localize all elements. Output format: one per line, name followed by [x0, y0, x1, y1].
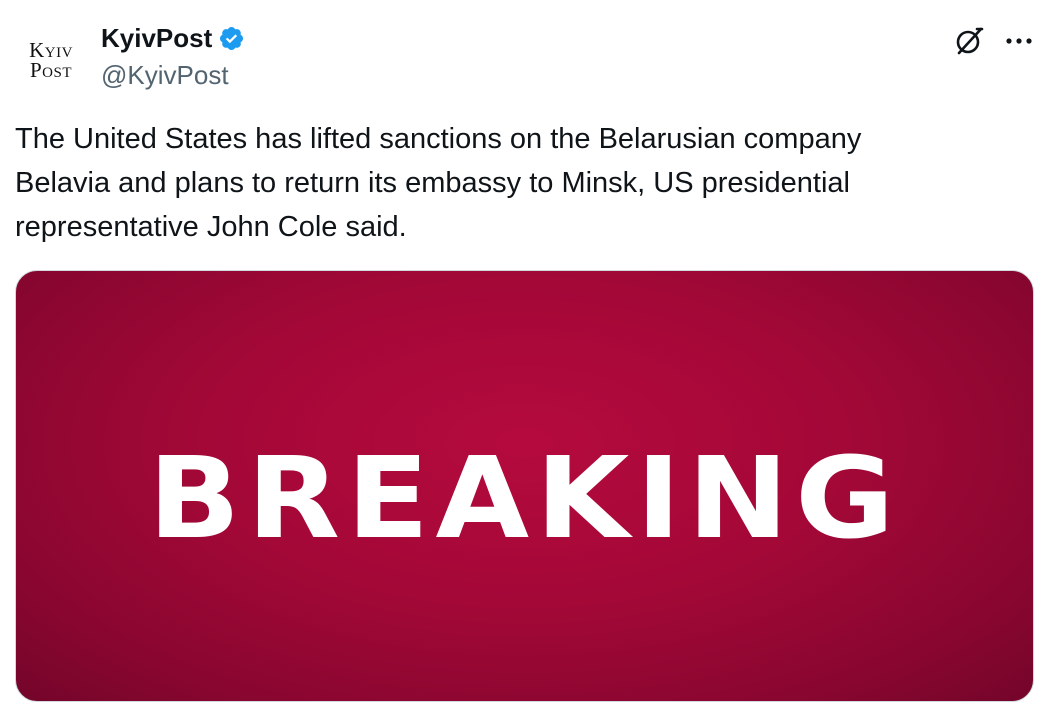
media-headline: BREAKING	[148, 434, 901, 564]
verified-badge-icon[interactable]	[218, 25, 245, 52]
author-handle[interactable]: @KyivPost	[101, 59, 229, 91]
display-name[interactable]: KyivPost	[101, 22, 212, 54]
author-name-row: KyivPost	[101, 22, 245, 54]
grok-icon[interactable]	[953, 25, 985, 57]
tweet-text: The United States has lifted sanctions o…	[15, 123, 862, 243]
tweet-media-image[interactable]: BREAKING	[15, 270, 1034, 702]
more-options-icon[interactable]	[1002, 27, 1036, 55]
avatar-logo-line1: Kyiv	[29, 38, 73, 62]
avatar-logo-line2: Post	[29, 58, 73, 82]
avatar[interactable]: Kyiv Post	[14, 30, 88, 90]
